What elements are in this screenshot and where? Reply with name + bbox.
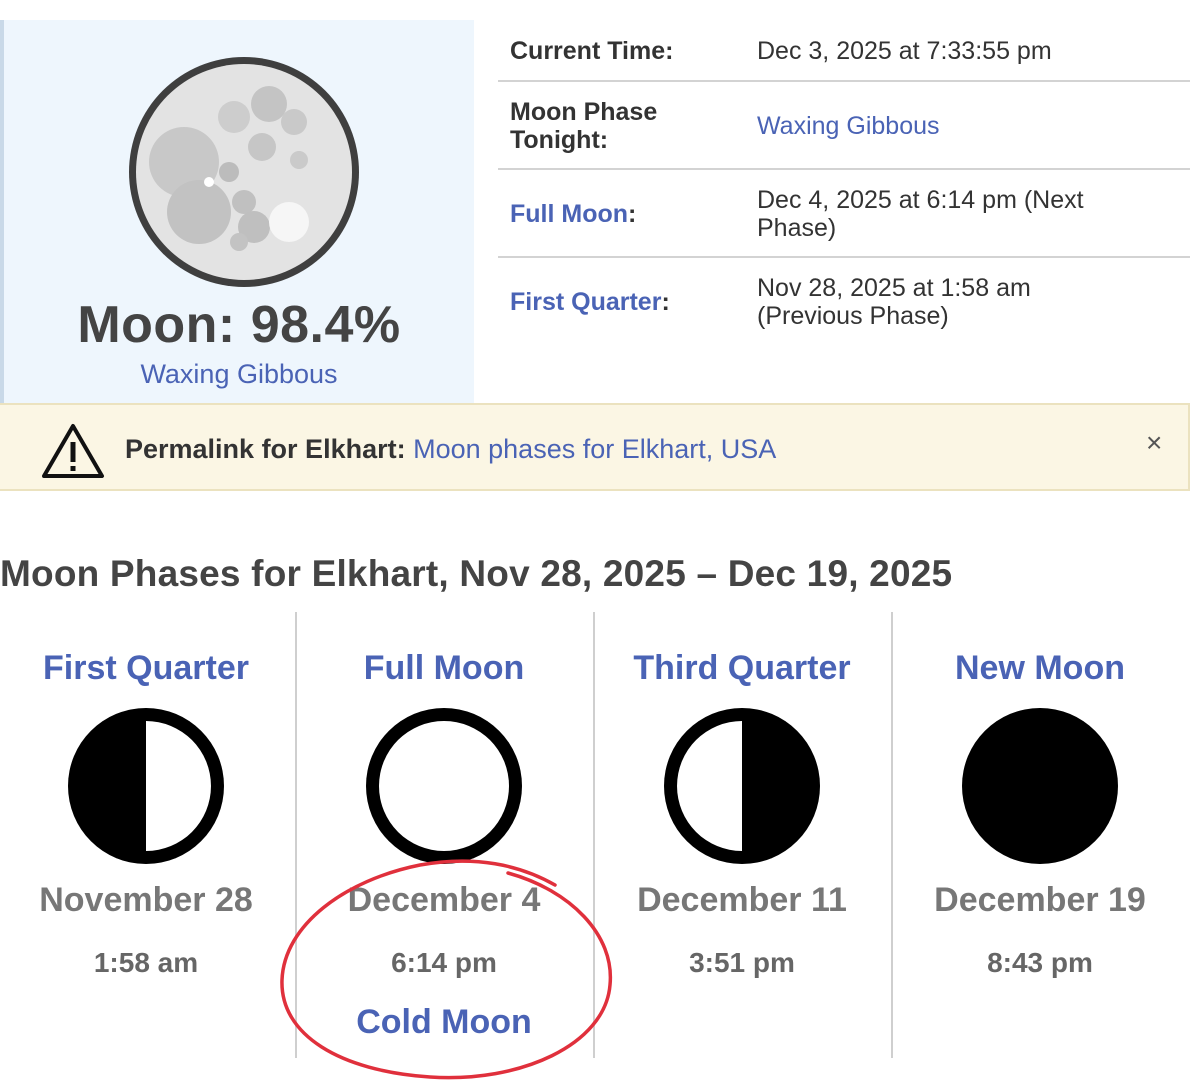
prev-phase-value-line1: Nov 28, 2025 at 1:58 am <box>757 274 1031 302</box>
phase-tonight-label-line2: Tonight: <box>510 126 609 154</box>
row-next-phase: Full Moon: Dec 4, 2025 at 6:14 pm (Next … <box>498 170 1190 258</box>
moon-gibbous-icon <box>129 57 359 287</box>
row-phase-tonight: Moon Phase Tonight: Waxing Gibbous <box>498 82 1190 170</box>
prev-phase-label: First Quarter: <box>510 288 670 316</box>
third-quarter-moon-icon <box>664 708 820 864</box>
current-phase-link[interactable]: Waxing Gibbous <box>4 359 474 390</box>
current-time-value: Dec 3, 2025 at 7:33:55 pm <box>757 37 1052 65</box>
phase-tonight-label: Moon Phase Tonight: <box>510 98 657 154</box>
row-current-time: Current Time: Dec 3, 2025 at 7:33:55 pm <box>498 20 1190 82</box>
permalink-label: Permalink for Elkhart: <box>125 434 406 464</box>
section-title: Moon Phases for Elkhart, Nov 28, 2025 – … <box>0 553 953 594</box>
phase-date: December 11 <box>637 881 847 919</box>
prev-phase-value: Nov 28, 2025 at 1:58 am (Previous Phase) <box>757 274 1177 330</box>
next-phase-value-line2: Phase) <box>757 214 837 242</box>
new-moon-icon <box>962 708 1118 864</box>
close-icon[interactable]: × <box>1146 427 1162 459</box>
phase-name-link[interactable]: First Quarter <box>0 640 295 696</box>
prev-phase-link[interactable]: First Quarter <box>510 288 661 316</box>
phase-time: 8:43 pm <box>987 947 1093 978</box>
prev-phase-colon: : <box>661 288 670 316</box>
warning-icon <box>42 424 104 478</box>
phase-name-link[interactable]: New Moon <box>891 640 1189 696</box>
phase-column-new-moon: New Moon December 19 8:43 pm <box>891 640 1189 985</box>
next-phase-label: Full Moon: <box>510 200 636 228</box>
illumination-percent: Moon: 98.4% <box>77 296 401 354</box>
phase-column-full-moon: Full Moon December 4 6:14 pm Cold Moon <box>295 640 593 1044</box>
phase-time: 3:51 pm <box>689 947 795 978</box>
next-phase-link[interactable]: Full Moon <box>510 200 628 228</box>
permalink-alert: Permalink for Elkhart: Moon phases for E… <box>0 403 1190 491</box>
current-time-label: Current Time: <box>510 37 674 65</box>
phase-time: 1:58 am <box>93 947 199 978</box>
phase-time: 6:14 pm <box>391 947 497 978</box>
prev-phase-value-line2: (Previous Phase) <box>757 302 949 330</box>
next-phase-value-line1: Dec 4, 2025 at 6:14 pm (Next <box>757 186 1084 214</box>
special-moon-name-link[interactable]: Cold Moon <box>295 1000 593 1044</box>
full-moon-icon <box>366 708 522 864</box>
permalink-link[interactable]: Moon phases for Elkhart, USA <box>413 434 776 464</box>
phase-name-link[interactable]: Third Quarter <box>593 640 891 696</box>
row-prev-phase: First Quarter: Nov 28, 2025 at 1:58 am (… <box>498 258 1190 346</box>
phase-column-first-quarter: First Quarter November 28 1:58 am <box>0 640 295 985</box>
phase-tonight-label-line1: Moon Phase <box>510 98 658 126</box>
current-moon-card: Moon: 98.4% Waxing Gibbous <box>0 20 474 404</box>
phase-date: December 4 <box>347 881 541 919</box>
phase-date: December 19 <box>934 881 1146 919</box>
phase-date: November 28 <box>39 881 253 919</box>
first-quarter-moon-icon <box>68 708 224 864</box>
next-phase-colon: : <box>628 200 637 228</box>
phase-column-third-quarter: Third Quarter December 11 3:51 pm <box>593 640 891 985</box>
phase-name-link[interactable]: Full Moon <box>295 640 593 696</box>
permalink-text: Permalink for Elkhart: Moon phases for E… <box>125 433 776 465</box>
phase-tonight-link[interactable]: Waxing Gibbous <box>757 112 1177 140</box>
next-phase-value: Dec 4, 2025 at 6:14 pm (Next Phase) <box>757 186 1177 242</box>
